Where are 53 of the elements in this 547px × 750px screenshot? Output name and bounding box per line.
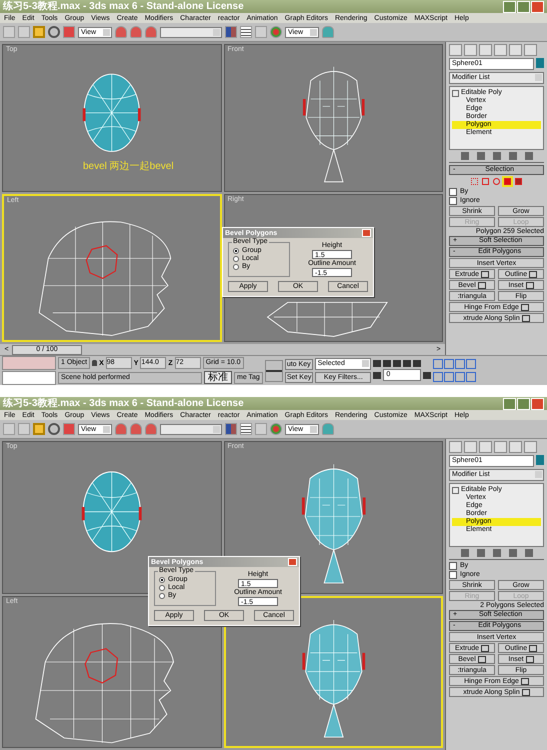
window-title: 练习5-3教程.max - 3ds max 6 - Stand-alone License (3, 0, 244, 12)
checkbox[interactable] (449, 562, 457, 570)
minimize-button[interactable] (503, 398, 516, 410)
radio-icon[interactable] (159, 592, 165, 598)
close-button[interactable] (362, 229, 371, 237)
rotate-icon[interactable] (48, 423, 60, 435)
object-color-swatch[interactable] (536, 58, 544, 68)
settings-icon[interactable] (522, 688, 530, 696)
radio-icon[interactable] (233, 264, 239, 270)
layers-icon[interactable] (240, 26, 252, 38)
settings-icon[interactable] (520, 304, 529, 310)
window-title: 练习5-3教程.max - 3ds max 6 - Stand-alone License (3, 398, 244, 410)
settings-icon[interactable] (522, 314, 530, 322)
object-color-swatch[interactable] (536, 455, 544, 465)
settings-icon[interactable] (526, 656, 534, 662)
radio-icon[interactable] (159, 584, 165, 590)
settings-icon[interactable] (529, 644, 538, 652)
move-icon[interactable] (33, 423, 45, 435)
ime-toolbar[interactable]: 标准 (204, 371, 232, 384)
layers-icon[interactable] (240, 423, 252, 435)
settings-icon[interactable] (478, 282, 486, 288)
border-mode-icon[interactable] (493, 178, 500, 185)
script-listener-field[interactable] (2, 356, 56, 370)
checkbox[interactable] (449, 197, 457, 205)
settings-icon[interactable] (520, 678, 529, 684)
close-button[interactable] (288, 558, 297, 566)
radio-icon[interactable] (159, 576, 165, 582)
radio-icon[interactable] (233, 256, 239, 262)
script-listener-field[interactable] (2, 371, 56, 385)
checkbox[interactable] (449, 188, 457, 196)
edge-mode-icon[interactable] (482, 178, 489, 185)
settings-icon[interactable] (481, 270, 490, 278)
vertex-mode-icon[interactable] (471, 178, 478, 185)
minimize-button[interactable] (503, 0, 516, 12)
viewport-caption: bevel 两边一起bevel (83, 160, 174, 173)
named-selection-dropdown[interactable] (160, 424, 222, 434)
radio-icon[interactable] (233, 248, 239, 254)
settings-icon[interactable] (478, 656, 486, 662)
collapse-icon[interactable] (452, 90, 459, 96)
named-selection-dropdown[interactable] (160, 26, 222, 38)
maximize-button[interactable] (517, 398, 530, 410)
settings-icon[interactable] (526, 282, 534, 288)
rotate-icon[interactable] (48, 26, 60, 38)
maximize-button[interactable] (517, 0, 530, 12)
settings-icon[interactable] (529, 270, 538, 278)
checkbox[interactable] (449, 571, 457, 579)
material-spheres-icon[interactable] (270, 26, 282, 38)
settings-icon[interactable] (481, 644, 490, 652)
close-button[interactable] (531, 398, 544, 410)
material-spheres-icon[interactable] (270, 423, 282, 435)
move-icon[interactable] (33, 26, 45, 38)
close-button[interactable] (531, 0, 544, 12)
collapse-icon[interactable] (452, 486, 459, 494)
